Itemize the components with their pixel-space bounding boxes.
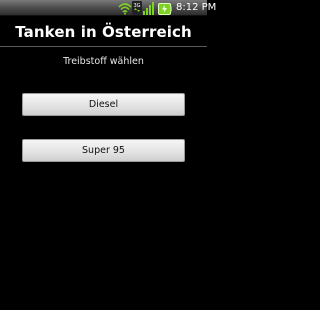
fuel-select-heading: Treibstoff wählen xyxy=(63,56,144,67)
status-bar: 3G 8:12 PM xyxy=(0,0,216,16)
network-type-label: 3G xyxy=(133,3,140,9)
signal-icon xyxy=(143,2,154,15)
super-95-button[interactable]: Super 95 xyxy=(22,139,185,162)
battery-charging-icon xyxy=(158,3,172,15)
title-divider xyxy=(0,46,207,47)
diesel-button[interactable]: Diesel xyxy=(22,93,185,116)
status-clock: 8:12 PM xyxy=(176,2,217,13)
wifi-icon xyxy=(118,3,132,15)
3g-icon: 3G xyxy=(132,1,142,15)
app-title: Tanken in Österreich xyxy=(15,23,192,41)
